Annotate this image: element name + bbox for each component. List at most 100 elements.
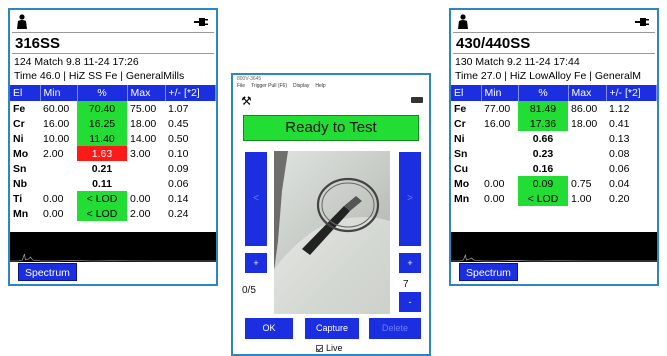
element-cell: Mo — [13, 147, 29, 160]
element-cell: Mo — [454, 177, 470, 190]
increment-right-button[interactable]: + — [399, 253, 421, 273]
element-cell: Cr — [13, 117, 25, 130]
status-bar — [451, 10, 657, 32]
tools-icon[interactable]: ⚒ — [241, 94, 252, 108]
capture-button[interactable]: Capture — [305, 318, 359, 339]
person-icon — [17, 14, 27, 29]
element-cell: Sn — [454, 147, 468, 160]
error-cell: 0.06 — [609, 162, 630, 175]
percent-cell: 0.23 — [532, 147, 554, 160]
camera-view — [274, 151, 390, 314]
spectrum-button[interactable]: Spectrum — [18, 263, 77, 281]
table-row: Mo 2.00 1.63 3.00 0.10 — [10, 146, 216, 161]
percent-cell: 11.40 — [77, 131, 127, 146]
checkbox-checked-icon[interactable] — [316, 345, 323, 352]
error-cell: 0.14 — [168, 192, 189, 205]
min-cell — [481, 146, 518, 161]
menu-bar: File Trigger Pull (F6) Display Help — [233, 83, 429, 91]
ok-button[interactable]: OK — [245, 318, 293, 339]
max-cell: 0.75 — [571, 177, 592, 190]
percent-cell: < LOD — [77, 191, 127, 206]
results-header-row: El Min % Max +/- [*2] — [451, 85, 657, 101]
max-cell: 75.00 — [130, 102, 157, 115]
col-percent: % — [77, 85, 128, 101]
min-cell: 16.00 — [484, 117, 511, 130]
percent-cell: 0.09 — [518, 176, 568, 191]
max-cell: 2.00 — [130, 207, 151, 220]
live-checkbox[interactable]: Live — [316, 343, 343, 353]
table-row: Ni 0.66 0.13 — [451, 131, 657, 146]
previous-image-button[interactable]: < — [245, 152, 267, 246]
max-cell — [127, 176, 165, 191]
test-info: Time 27.0 | HiZ LowAlloy Fe | GeneralM — [455, 70, 641, 82]
setting-value: 7 — [403, 279, 409, 290]
min-cell: 0.00 — [484, 177, 505, 190]
table-row: Ni 10.00 11.40 14.00 0.50 — [10, 131, 216, 146]
table-row: Sn 0.23 0.08 — [451, 146, 657, 161]
menu-file[interactable]: File — [237, 83, 245, 91]
power-plug-icon — [194, 18, 208, 26]
element-cell: Ti — [13, 192, 23, 205]
element-cell: Ni — [13, 132, 24, 145]
table-row: Mn 0.00 < LOD 1.00 0.20 — [451, 191, 657, 206]
min-cell — [481, 131, 518, 146]
table-row: Sn 0.21 0.09 — [10, 161, 216, 176]
live-label: Live — [326, 343, 343, 353]
menu-trigger-pull[interactable]: Trigger Pull (F6) — [251, 83, 287, 91]
element-cell: Cr — [454, 117, 466, 130]
min-cell — [481, 161, 518, 176]
table-row: Fe 60.00 70.40 75.00 1.07 — [10, 101, 216, 116]
power-plug-icon — [635, 18, 649, 26]
percent-cell: < LOD — [518, 191, 568, 206]
table-row: Nb 0.11 0.06 — [10, 176, 216, 191]
delete-button[interactable]: Delete — [369, 318, 421, 339]
increment-left-button[interactable]: + — [245, 253, 267, 273]
right-analyzer-panel: 430/440SS 130 Match 9.2 11-24 17:44 Time… — [449, 8, 659, 286]
percent-cell: 1.63 — [77, 146, 127, 161]
percent-cell: 17.36 — [518, 116, 568, 131]
menu-display[interactable]: Display — [293, 83, 309, 91]
error-cell: 0.04 — [609, 177, 630, 190]
window-title: 800V-3645 — [237, 76, 262, 82]
error-cell: 1.07 — [168, 102, 189, 115]
min-cell — [40, 161, 77, 176]
percent-cell: 16.25 — [77, 116, 127, 131]
next-image-button[interactable]: > — [399, 152, 421, 246]
spectrum-button[interactable]: Spectrum — [459, 263, 518, 281]
max-cell — [568, 131, 606, 146]
col-percent: % — [518, 85, 569, 101]
table-row: Cu 0.16 0.06 — [451, 161, 657, 176]
error-cell: 1.12 — [609, 102, 630, 115]
percent-cell: 0.16 — [532, 162, 554, 175]
min-cell: 0.00 — [43, 192, 64, 205]
element-cell: Mn — [454, 192, 470, 205]
decrement-right-button[interactable]: - — [399, 292, 421, 312]
spectrum-preview — [10, 232, 216, 262]
max-cell: 1.00 — [571, 192, 592, 205]
percent-cell: 0.21 — [91, 162, 113, 175]
test-info: Time 46.0 | HiZ SS Fe | GeneralMills — [14, 70, 185, 82]
element-cell: Fe — [13, 102, 26, 115]
min-cell: 0.00 — [484, 192, 505, 205]
spectrum-preview — [451, 232, 657, 262]
results-table: El Min % Max +/- [*2] Fe 60.00 70.40 75.00 1… — [10, 85, 216, 221]
alloy-grade: 316SS — [12, 32, 214, 54]
min-cell: 16.00 — [43, 117, 70, 130]
menu-help[interactable]: Help — [315, 83, 325, 91]
table-row: Mn 0.00 < LOD 2.00 0.24 — [10, 206, 216, 221]
max-cell — [127, 161, 165, 176]
col-min: Min — [40, 85, 78, 101]
percent-cell: 70.40 — [77, 101, 127, 116]
error-cell: 0.10 — [168, 147, 189, 160]
status-banner: Ready to Test — [243, 115, 419, 141]
error-cell: 0.45 — [168, 117, 189, 130]
col-element: El — [10, 85, 41, 101]
col-max: Max — [568, 85, 607, 101]
percent-cell: 81.49 — [518, 101, 568, 116]
table-row: Ti 0.00 < LOD 0.00 0.14 — [10, 191, 216, 206]
percent-cell: < LOD — [77, 206, 127, 221]
max-cell: 0.00 — [130, 192, 151, 205]
left-analyzer-panel: 316SS 124 Match 9.8 11-24 17:26 Time 46.… — [8, 8, 218, 286]
element-cell: Mn — [13, 207, 29, 220]
col-error: +/- [*2] — [165, 85, 216, 101]
